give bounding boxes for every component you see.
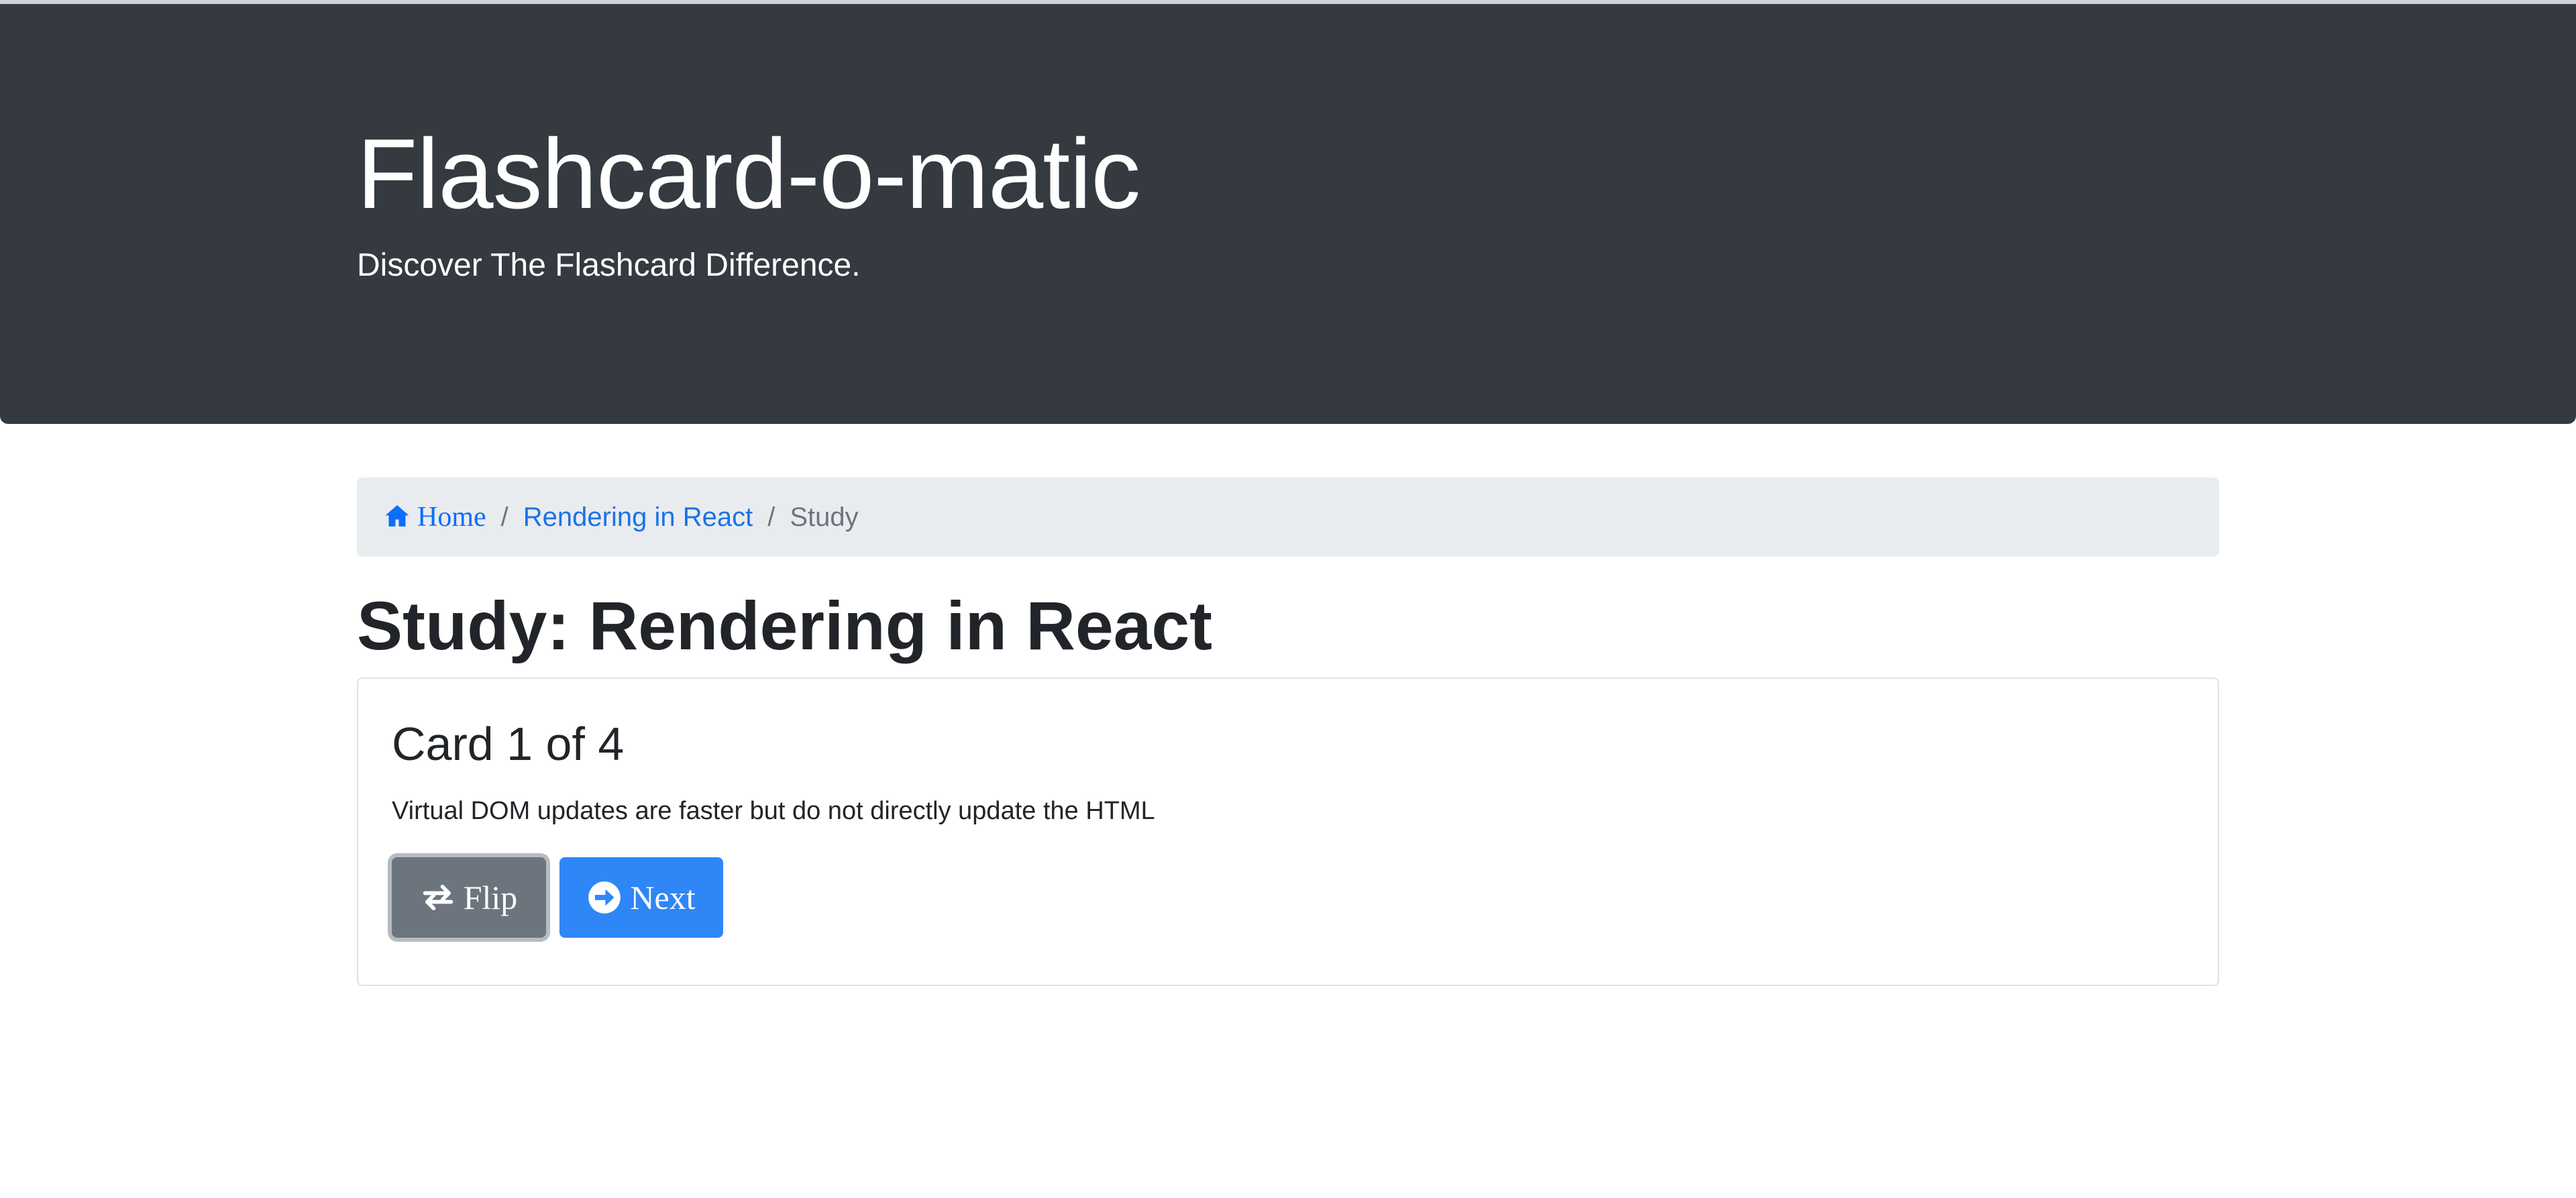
page-title: Study: Rendering in React bbox=[357, 588, 1213, 664]
breadcrumb-current: Study bbox=[790, 502, 859, 532]
flip-button[interactable]: Flip bbox=[392, 857, 546, 938]
app-subtitle: Discover The Flashcard Difference. bbox=[357, 248, 861, 283]
arrows-swap-icon bbox=[423, 884, 453, 911]
breadcrumb: Home / Rendering in React / Study bbox=[357, 478, 2219, 557]
header-jumbotron: Flashcard-o-matic Discover The Flashcard… bbox=[0, 4, 2576, 424]
breadcrumb-separator: / bbox=[767, 502, 775, 532]
house-icon bbox=[385, 505, 409, 527]
card-counter: Card 1 of 4 bbox=[392, 718, 625, 770]
card-front-text: Virtual DOM updates are faster but do no… bbox=[392, 797, 1155, 825]
circle-arrow-right-icon bbox=[588, 881, 621, 914]
breadcrumb-deck-link[interactable]: Rendering in React bbox=[523, 502, 753, 533]
app-title: Flashcard-o-matic bbox=[357, 119, 1140, 229]
next-button[interactable]: Next bbox=[559, 857, 723, 938]
breadcrumb-separator: / bbox=[500, 502, 508, 532]
study-card: Card 1 of 4 Virtual DOM updates are fast… bbox=[357, 677, 2219, 986]
flip-button-label: Flip bbox=[463, 879, 518, 916]
next-button-label: Next bbox=[630, 879, 696, 916]
breadcrumb-home-link[interactable]: Home bbox=[384, 501, 486, 533]
breadcrumb-home-label: Home bbox=[417, 502, 486, 533]
